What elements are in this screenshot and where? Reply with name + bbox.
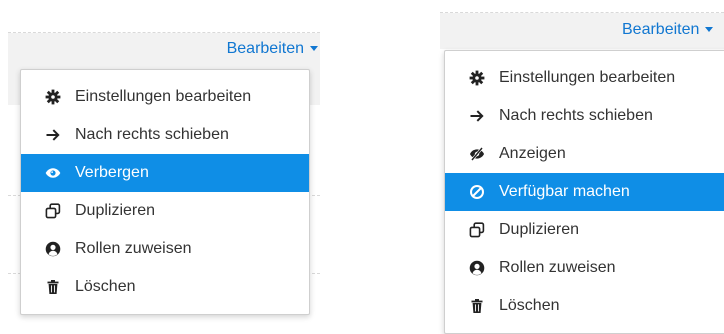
menu-item-label: Nach rechts schieben <box>75 126 229 143</box>
menu-item[interactable]: Nach rechts schieben <box>21 116 309 154</box>
menu-item[interactable]: Rollen zuweisen <box>21 230 309 268</box>
arrow-right-icon <box>45 127 61 143</box>
copy-icon <box>469 222 485 238</box>
copy-icon <box>45 203 61 219</box>
trash-icon <box>45 279 61 295</box>
menu-item-label: Einstellungen bearbeiten <box>499 69 676 86</box>
arrow-right-icon <box>469 108 485 124</box>
caret-down-icon <box>705 27 714 33</box>
menu-item-label: Duplizieren <box>75 202 156 219</box>
edit-dropdown-menu: Einstellungen bearbeiten Nach rechts schi… <box>20 69 310 315</box>
left-panel: Bearbeiten Einstellungen bearbeiten Nach … <box>0 0 320 319</box>
edit-menu-label: Bearbeiten <box>622 21 700 38</box>
menu-item[interactable]: Duplizieren <box>21 192 309 230</box>
cog-icon <box>469 70 485 86</box>
menu-item[interactable]: Duplizieren <box>445 211 724 249</box>
menu-item-label: Verbergen <box>75 164 149 181</box>
caret-down-icon <box>310 46 318 52</box>
menu-item-label: Anzeigen <box>499 145 566 162</box>
menu-item[interactable]: Nach rechts schieben <box>445 97 724 135</box>
menu-item[interactable]: Einstellungen bearbeiten <box>445 59 724 97</box>
edit-dropdown-menu: Einstellungen bearbeiten Nach rechts schi… <box>444 50 724 334</box>
eye-icon <box>45 165 61 181</box>
cog-icon <box>45 89 61 105</box>
menu-item-label: Duplizieren <box>499 221 580 238</box>
edit-menu-label: Bearbeiten <box>226 40 304 57</box>
menu-item[interactable]: Rollen zuweisen <box>445 249 724 287</box>
menu-item[interactable]: Verfügbar machen <box>445 173 724 211</box>
menu-item-label: Einstellungen bearbeiten <box>75 88 252 105</box>
menu-item-label: Rollen zuweisen <box>499 259 616 276</box>
menu-item-label: Löschen <box>499 297 560 314</box>
user-icon <box>469 260 485 276</box>
edit-menu-toggle[interactable]: Bearbeiten <box>227 39 318 59</box>
ban-icon <box>469 184 485 200</box>
menu-item-label: Rollen zuweisen <box>75 240 192 257</box>
trash-icon <box>469 298 485 314</box>
menu-item-label: Nach rechts schieben <box>499 107 653 124</box>
menu-item[interactable]: Einstellungen bearbeiten <box>21 78 309 116</box>
eye-slash-icon <box>469 146 485 162</box>
right-panel: Bearbeiten Einstellungen bearbeiten Nach … <box>432 0 724 334</box>
menu-item-label: Verfügbar machen <box>499 183 630 200</box>
menu-item[interactable]: Verbergen <box>21 154 309 192</box>
menu-item[interactable]: Löschen <box>21 268 309 306</box>
menu-item-label: Löschen <box>75 278 136 295</box>
menu-item[interactable]: Löschen <box>445 287 724 325</box>
edit-menu-toggle[interactable]: Bearbeiten <box>622 20 714 40</box>
menu-item[interactable]: Anzeigen <box>445 135 724 173</box>
user-icon <box>45 241 61 257</box>
